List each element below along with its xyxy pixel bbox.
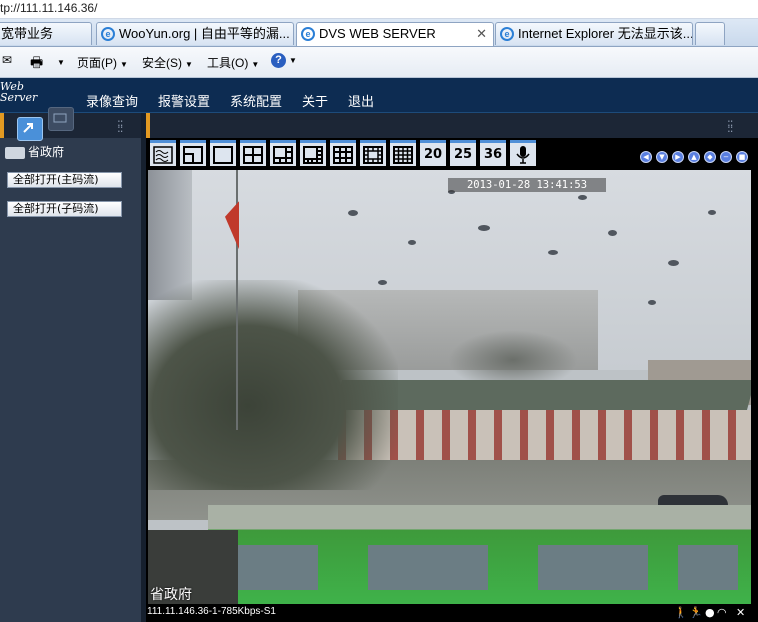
tools-menu[interactable]: 工具(O) ▼ [207,54,259,71]
layout-36-label: 36 [483,147,503,162]
device-list-icon[interactable] [17,117,43,141]
command-bar: ✉ 🖶 ▼ 页面(P) ▼ 安全(S) ▼ 工具(O) ▼ ? ▼ [0,47,758,78]
layout-9-button[interactable] [330,140,356,166]
tab-label: Internet Explorer 无法显示该... [518,26,693,41]
ptz-zoom-icon[interactable]: ◆ [704,151,716,163]
ie-icon: e [500,27,514,41]
page-menu-label: 页面(P) [77,56,117,70]
camera-icon [5,146,25,159]
ptz-right-icon[interactable]: ▶ [672,151,684,163]
tab-ie-error[interactable]: e Internet Explorer 无法显示该... [495,22,693,45]
layout-36-button[interactable]: 36 [480,140,506,166]
tab-strip: 宽带业务 e WooYun.org | 自由平等的漏... e DVS WEB … [0,19,758,47]
video-status-bar: 111.11.146.36-1-785Kbps-S1 🚶 🏃 ● ◠ ✕ [146,604,758,622]
drag-handle-icon[interactable]: :::: [727,117,734,134]
open-all-main-stream-button[interactable]: 全部打开(主码流) [7,172,122,188]
record-icon[interactable]: ● [705,606,715,619]
layout-6-button[interactable] [270,140,296,166]
panel-accent [0,113,4,138]
nav-about[interactable]: 关于 [302,91,328,110]
new-tab-button[interactable] [695,22,725,45]
layout-4-button[interactable] [240,140,266,166]
chevron-down-icon: ▼ [185,60,193,69]
close-tab-icon[interactable]: ✕ [476,23,487,45]
logo-line-2: Server [0,91,38,104]
print-dropdown-icon[interactable]: ▼ [54,54,65,68]
tab-broadband[interactable]: 宽带业务 [0,22,92,45]
nav-alarm-settings[interactable]: 报警设置 [158,91,210,110]
help-icon: ? [271,53,286,68]
ptz-up-icon[interactable]: ▲ [688,151,700,163]
video-trees [148,280,398,490]
layout-25-label: 25 [453,147,473,162]
ie-icon: e [101,27,115,41]
chevron-down-icon: ▼ [289,56,297,65]
tab-dvs-web-server[interactable]: e DVS WEB SERVER ✕ [296,22,494,46]
video-timestamp: 2013-01-28 13:41:53 [448,178,606,192]
tab-label: 宽带业务 [1,26,54,41]
ptz-minus-icon[interactable]: − [720,151,732,163]
layout-20-button[interactable]: 20 [420,140,446,166]
stream-status-text: 111.11.146.36-1-785Kbps-S1 [147,606,276,617]
nav-logout[interactable]: 退出 [348,91,374,110]
layout-inset-button[interactable] [180,140,206,166]
alarm-person-icon[interactable]: 🏃 [689,606,703,619]
address-text[interactable]: tp://111.11.146.36/ [0,1,97,15]
chevron-down-icon: ▼ [251,60,260,69]
video-bus [208,505,751,604]
tools-menu-label: 工具(O) [207,56,249,70]
video-channel-name: 省政府 [150,587,192,603]
tab-label: WooYun.org | 自由平等的漏... [119,26,290,41]
tab-wooyun[interactable]: e WooYun.org | 自由平等的漏... [96,22,294,45]
camera-video-feed[interactable] [148,170,751,604]
audio-icon[interactable]: ◠ [717,606,727,619]
wave-layout-button[interactable] [150,140,176,166]
viewer-header: :::: [146,113,758,138]
safety-menu-label: 安全(S) [142,56,182,70]
ie-icon: e [301,27,315,41]
panel-accent [146,113,150,138]
layout-1-button[interactable] [210,140,236,166]
layout-25-button[interactable]: 25 [450,140,476,166]
ptz-left-icon[interactable]: ◀ [640,151,652,163]
app-nav-bar: Web Server 录像查询 报警设置 系统配置 关于 退出 [0,78,758,113]
layout-8-button[interactable] [300,140,326,166]
nav-record-query[interactable]: 录像查询 [86,91,138,110]
drag-handle-icon[interactable]: :::: [117,117,124,134]
device-panel-header: :::: [0,107,141,141]
device-panel: :::: 省政府 全部打开(主码流) 全部打开(子码流) [0,107,141,622]
ptz-down-icon[interactable]: ▼ [656,151,668,163]
page-menu[interactable]: 页面(P) ▼ [77,54,128,71]
tree-item-label: 省政府 [28,145,65,159]
help-menu[interactable]: ? ▼ [271,52,297,68]
nav-system-config[interactable]: 系统配置 [230,91,282,110]
layout-13-button[interactable] [360,140,386,166]
mail-icon[interactable]: ✉ [2,53,12,67]
open-all-sub-stream-button[interactable]: 全部打开(子码流) [7,201,122,217]
tree-item-provincial-gov[interactable]: 省政府 [5,143,64,160]
video-flag [225,198,239,250]
tab-label: DVS WEB SERVER [319,26,436,41]
close-video-icon[interactable]: ✕ [736,606,745,619]
layout-20-label: 20 [423,147,443,162]
print-icon[interactable]: 🖶 [30,52,43,76]
web-server-logo: Web Server [0,81,37,103]
ptz-stop-icon[interactable]: ■ [736,151,748,163]
microphone-button[interactable] [510,140,536,166]
motion-person-icon[interactable]: 🚶 [674,606,688,619]
safety-menu[interactable]: 安全(S) ▼ [142,54,193,71]
monitor-icon[interactable] [48,107,74,131]
chevron-down-icon: ▼ [120,60,128,69]
layout-16-button[interactable] [390,140,416,166]
address-bar[interactable]: tp://111.11.146.36/ [0,0,758,19]
